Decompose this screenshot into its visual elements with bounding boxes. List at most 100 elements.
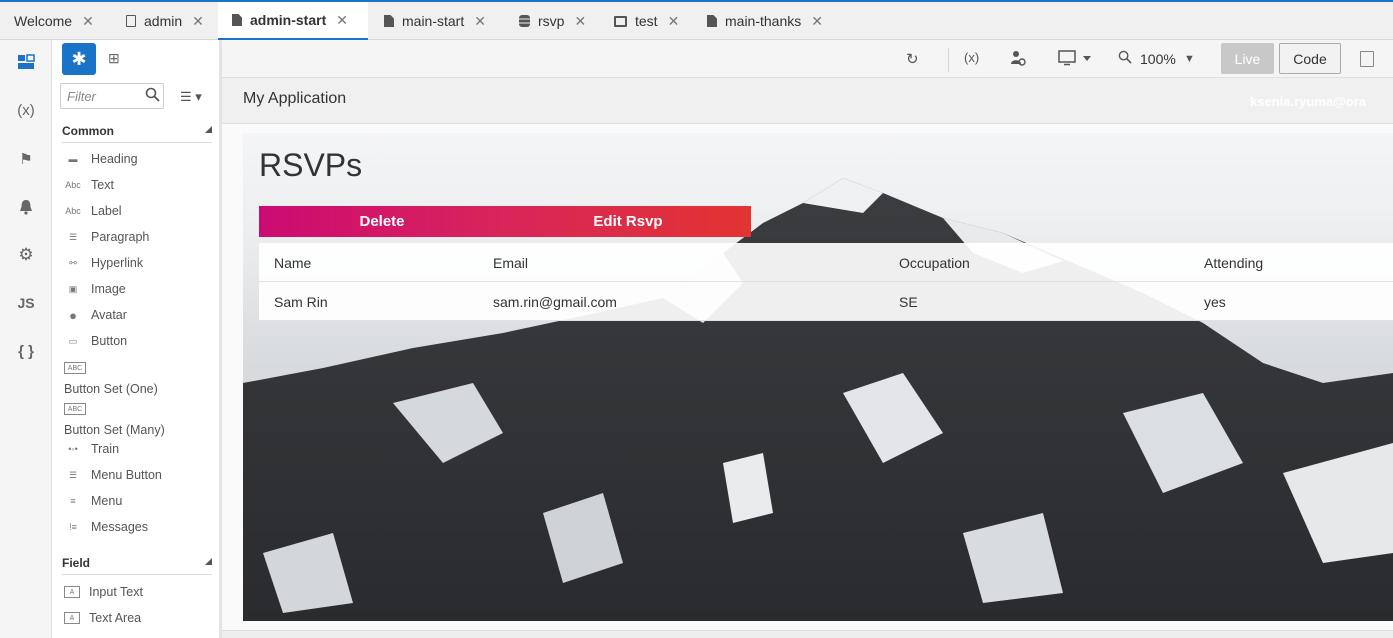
tab-welcome[interactable]: Welcome ✕ (0, 2, 108, 40)
collapse-panel-icon[interactable] (1360, 51, 1374, 67)
palette-item-input-text[interactable]: A Input Text (64, 585, 143, 599)
palette-item-messages[interactable]: !≡ Messages (64, 520, 148, 534)
structure-tree-icon[interactable]: ⊞ (108, 50, 120, 67)
close-icon[interactable]: ✕ (192, 13, 204, 30)
editor-tab-bar: Welcome ✕ admin ✕ admin-start ✕ main-sta… (0, 0, 1393, 40)
component-palette: ✱ ⊞ Filter ☰ ▾ Common ▬ Heading Abc Text A… (52, 40, 222, 638)
table-cell: yes (1204, 294, 1226, 310)
palette-item-heading[interactable]: ▬ Heading (64, 152, 138, 166)
palette-item-text-area[interactable]: A Text Area (64, 611, 141, 625)
item-label: Label (91, 204, 122, 218)
palette-item-button-set-many[interactable]: ABC Button Set (Many) (64, 403, 165, 437)
item-label: Image (91, 282, 126, 296)
link-icon: ⚯ (69, 257, 77, 268)
section-field[interactable]: Field (62, 556, 212, 575)
table-cell: sam.rin@gmail.com (493, 294, 617, 310)
label-icon: Abc (65, 206, 81, 216)
text-icon: Abc (65, 180, 81, 190)
button-set-icon: ABC (64, 362, 86, 374)
chevron-down-icon[interactable]: ▼ (1184, 53, 1195, 65)
variables-icon[interactable]: (x) (0, 95, 52, 125)
column-header[interactable]: Name (274, 255, 311, 271)
live-button[interactable]: Live (1221, 43, 1274, 74)
item-label: Paragraph (91, 230, 150, 244)
page-content: RSVPs Delete Edit Rsvp Name Email Occupa… (243, 133, 1393, 621)
toolbar-divider (948, 48, 949, 72)
components-puzzle-icon[interactable]: ✱ (62, 43, 96, 75)
close-icon[interactable]: ✕ (474, 13, 486, 30)
app-header: My Application ksenia.ryuma@ora (222, 78, 1393, 124)
close-icon[interactable]: ✕ (82, 13, 94, 30)
palette-item-button[interactable]: ▭ Button (64, 334, 127, 348)
palette-item-hyperlink[interactable]: ⚯ Hyperlink (64, 256, 143, 270)
tab-admin[interactable]: admin ✕ (112, 2, 216, 40)
code-button[interactable]: Code (1279, 43, 1341, 74)
left-icon-rail: (x) ⚑ ⚙ JS { } (0, 40, 52, 638)
table-row[interactable]: Sam Rin sam.rin@gmail.com SE yes (259, 282, 1393, 321)
palette-item-train[interactable]: •◦• Train (64, 442, 119, 456)
messages-icon: !≡ (69, 522, 77, 532)
database-icon (519, 15, 530, 27)
js-icon[interactable]: JS (0, 288, 52, 318)
tab-label: main-start (402, 13, 465, 29)
json-icon[interactable]: { } (0, 336, 52, 366)
close-icon[interactable]: ✕ (811, 13, 823, 30)
palette-item-menu-button[interactable]: ☰ Menu Button (64, 468, 162, 482)
user-roles-icon[interactable] (1010, 50, 1026, 70)
search-icon[interactable] (145, 87, 160, 105)
device-preview-icon[interactable] (1058, 50, 1092, 70)
edit-rsvp-button[interactable]: Edit Rsvp (505, 206, 751, 237)
tab-label: rsvp (538, 13, 565, 29)
tab-label: main-thanks (725, 13, 802, 29)
tab-rsvp[interactable]: rsvp ✕ (505, 2, 597, 40)
column-header[interactable]: Attending (1204, 255, 1263, 271)
palette-item-text[interactable]: Abc Text (64, 178, 114, 192)
item-label: Menu (91, 494, 123, 508)
zoom-level[interactable]: 100% (1140, 51, 1176, 67)
column-header[interactable]: Email (493, 255, 528, 271)
delete-button[interactable]: Delete (259, 206, 505, 237)
rsvp-table[interactable]: Name Email Occupation Attending Sam Rin … (259, 243, 1393, 321)
paragraph-icon: ☰ (68, 231, 78, 242)
page-designer-icon[interactable] (0, 47, 52, 77)
gear-icon[interactable]: ⚙ (0, 240, 52, 270)
palette-item-paragraph[interactable]: ☰ Paragraph (64, 230, 149, 244)
button-group: Delete Edit Rsvp (259, 206, 751, 237)
page-icon (384, 15, 394, 27)
list-view-icon[interactable]: ☰ ▾ (180, 89, 202, 105)
page-heading: RSVPs (259, 147, 363, 183)
tab-label: test (635, 13, 658, 29)
menu-icon: ≡ (70, 496, 76, 506)
close-icon[interactable]: ✕ (574, 13, 586, 30)
palette-item-avatar[interactable]: ● Avatar (64, 308, 127, 323)
designer-toolbar: ↻ (x) 100% ▼ Live Code (222, 40, 1393, 78)
tab-test[interactable]: test ✕ (600, 2, 690, 40)
tab-main-start[interactable]: main-start ✕ (370, 2, 502, 40)
section-common[interactable]: Common (62, 124, 212, 143)
button-icon: ▭ (68, 335, 78, 346)
input-text-icon: A (64, 586, 80, 598)
close-icon[interactable]: ✕ (668, 13, 680, 30)
palette-item-label[interactable]: Abc Label (64, 204, 122, 218)
palette-item-button-set-one[interactable]: ABC Button Set (One) (64, 362, 158, 396)
item-label: Input Text (89, 585, 143, 599)
refresh-icon[interactable]: ↻ (906, 50, 919, 68)
user-name[interactable]: ksenia.ryuma@ora (1250, 94, 1366, 109)
tab-label: admin-start (250, 12, 327, 28)
column-header[interactable]: Occupation (899, 255, 970, 271)
tab-admin-start[interactable]: admin-start ✕ (218, 2, 368, 40)
bell-icon[interactable] (0, 192, 52, 222)
close-icon[interactable]: ✕ (336, 12, 348, 29)
tab-label: Welcome (14, 13, 73, 29)
variables-toggle-icon[interactable]: (x) (964, 50, 979, 65)
zoom-icon[interactable] (1118, 50, 1132, 68)
app-title: My Application (243, 90, 347, 107)
item-label: Text (91, 178, 114, 192)
item-label: Heading (91, 152, 138, 166)
flag-icon[interactable]: ⚑ (0, 144, 52, 174)
tab-main-thanks[interactable]: main-thanks ✕ (693, 2, 843, 40)
item-label: Button Set (One) (64, 382, 158, 396)
tab-label: admin (144, 13, 183, 29)
palette-item-image[interactable]: ▣ Image (64, 282, 126, 296)
palette-item-menu[interactable]: ≡ Menu (64, 494, 122, 508)
